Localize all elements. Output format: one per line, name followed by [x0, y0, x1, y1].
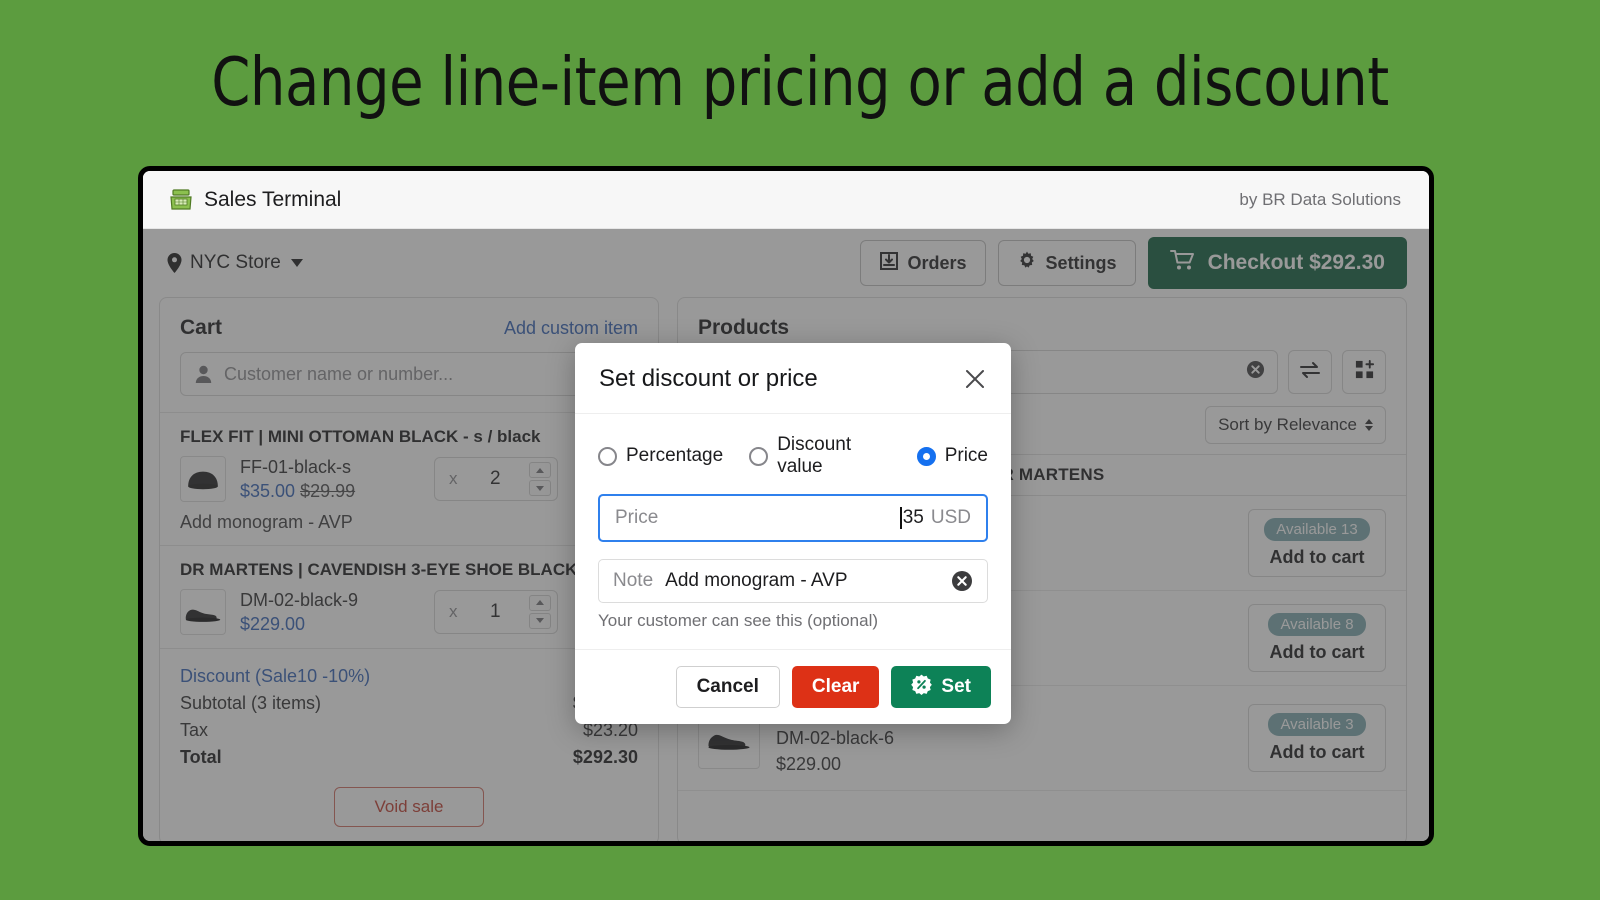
price-input-value: 35 — [902, 507, 924, 528]
dialog-body: Percentage Discount value Price Price 35… — [575, 414, 1011, 649]
radio-circle-icon — [749, 446, 769, 466]
dialog-title: Set discount or price — [599, 365, 818, 392]
price-input-value-wrap: 35 USD — [899, 507, 971, 529]
radio-price-label: Price — [944, 445, 988, 466]
cash-register-icon — [169, 188, 193, 211]
radio-price[interactable]: Price — [916, 445, 988, 467]
price-input-placeholder: Price — [615, 507, 659, 528]
app-topbar: Sales Terminal by BR Data Solutions — [143, 171, 1429, 229]
radio-circle-icon — [598, 446, 617, 466]
close-x-icon[interactable] — [963, 367, 987, 391]
app-byline: by BR Data Solutions — [1239, 189, 1401, 209]
note-input[interactable]: Note Add monogram - AVP — [598, 559, 988, 603]
text-caret — [899, 507, 902, 529]
radio-discount-value[interactable]: Discount value — [749, 434, 891, 478]
clear-circle-x-icon[interactable] — [951, 570, 973, 592]
price-input[interactable]: Price 35 USD — [598, 494, 988, 542]
set-button-label: Set — [941, 676, 971, 697]
set-button[interactable]: Set — [891, 666, 991, 708]
app-title: Sales Terminal — [204, 187, 342, 211]
cancel-button[interactable]: Cancel — [675, 666, 780, 708]
note-input-label: Note — [613, 570, 654, 591]
app-window: Sales Terminal by BR Data Solutions NYC … — [138, 166, 1434, 846]
discount-type-radio-group: Percentage Discount value Price — [598, 434, 988, 478]
radio-discount-value-label: Discount value — [777, 434, 852, 477]
note-input-value: Add monogram - AVP — [665, 570, 848, 591]
brand: Sales Terminal — [169, 188, 341, 212]
dialog-footer: Cancel Clear Set — [575, 649, 1011, 724]
radio-percentage[interactable]: Percentage — [598, 445, 723, 467]
radio-circle-selected-icon — [916, 446, 936, 466]
set-discount-or-price-dialog: Set discount or price Percentage Discoun… — [575, 343, 1011, 724]
radio-percentage-label: Percentage — [626, 445, 724, 466]
promo-headline: Change line-item pricing or add a discou… — [211, 43, 1389, 121]
percent-badge-icon — [911, 674, 933, 701]
clear-button[interactable]: Clear — [791, 666, 880, 708]
price-input-currency: USD — [930, 507, 971, 528]
dialog-header: Set discount or price — [575, 343, 1011, 414]
note-help-text: Your customer can see this (optional) — [598, 611, 879, 630]
